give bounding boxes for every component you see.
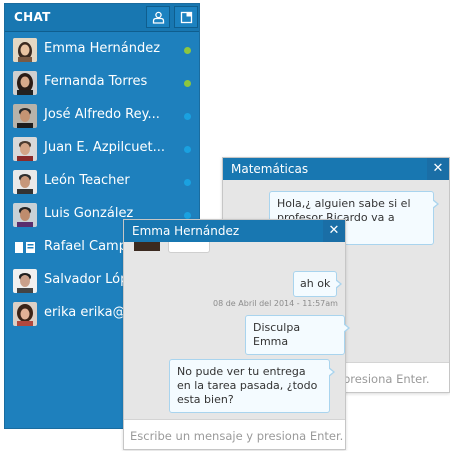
chat-window-emma: Emma Hernández ✕ ah ok 08 de Abril del 2… — [123, 219, 350, 450]
status-away-icon — [184, 146, 191, 153]
message-bubble: Disculpa Emma — [245, 315, 350, 355]
avatar — [13, 38, 37, 62]
message-text: ah ok — [300, 277, 331, 290]
message-input[interactable]: Escribe un mensaje y presiona Enter. — [124, 419, 345, 449]
close-icon[interactable]: ✕ — [427, 158, 449, 180]
avatar — [13, 170, 37, 194]
message-area: ah ok 08 de Abril del 2014 - 11:57am Dis… — [124, 242, 350, 419]
status-away-icon — [184, 212, 191, 219]
contact-item[interactable]: Emma Hernández — [5, 33, 199, 66]
contact-item[interactable]: José Alfredo Rey... — [5, 99, 199, 132]
user-icon — [152, 11, 165, 24]
contact-item[interactable]: Fernanda Torres — [5, 66, 199, 99]
status-online-icon — [184, 47, 191, 54]
window-header: Matemáticas ✕ — [223, 158, 449, 180]
status-online-icon — [184, 80, 191, 87]
contact-name: José Alfredo Rey... — [44, 107, 160, 122]
message-timestamp: 08 de Abril del 2014 - 11:57am — [213, 299, 338, 308]
sidebar-header: CHAT — [5, 4, 199, 32]
avatar — [13, 137, 37, 161]
avatar — [13, 236, 37, 260]
close-icon[interactable]: ✕ — [323, 220, 345, 242]
avatar — [13, 203, 37, 227]
message-bubble: No pude ver tu entrega en la tarea pasad… — [169, 359, 335, 413]
window-title: Emma Hernández — [132, 224, 240, 238]
status-away-icon — [184, 179, 191, 186]
message-text: Disculpa Emma — [253, 321, 301, 348]
avatar — [13, 269, 37, 293]
minimize-button[interactable] — [174, 6, 198, 28]
contact-name: Rafael Camps — [44, 239, 134, 254]
contact-name: Emma Hernández — [44, 41, 161, 56]
contact-item[interactable]: León Teacher — [5, 165, 199, 198]
status-away-icon — [184, 113, 191, 120]
window-icon — [180, 11, 193, 24]
avatar — [13, 104, 37, 128]
sidebar-title: CHAT — [14, 10, 51, 24]
contact-name: Luis González — [44, 206, 134, 221]
avatar — [134, 242, 160, 251]
contacts-button[interactable] — [146, 6, 170, 28]
message-bubble: ah ok — [293, 271, 343, 297]
contact-name: Juan E. Azpilcuet... — [44, 140, 165, 155]
message-bubble — [168, 242, 210, 253]
window-title: Matemáticas — [231, 162, 309, 176]
contact-name: León Teacher — [44, 173, 130, 188]
avatar — [13, 71, 37, 95]
message-text: No pude ver tu entrega en la tarea pasad… — [177, 365, 318, 406]
window-header: Emma Hernández ✕ — [124, 220, 345, 242]
avatar — [13, 302, 37, 326]
contact-item[interactable]: Juan E. Azpilcuet... — [5, 132, 199, 165]
contact-name: Fernanda Torres — [44, 74, 148, 89]
